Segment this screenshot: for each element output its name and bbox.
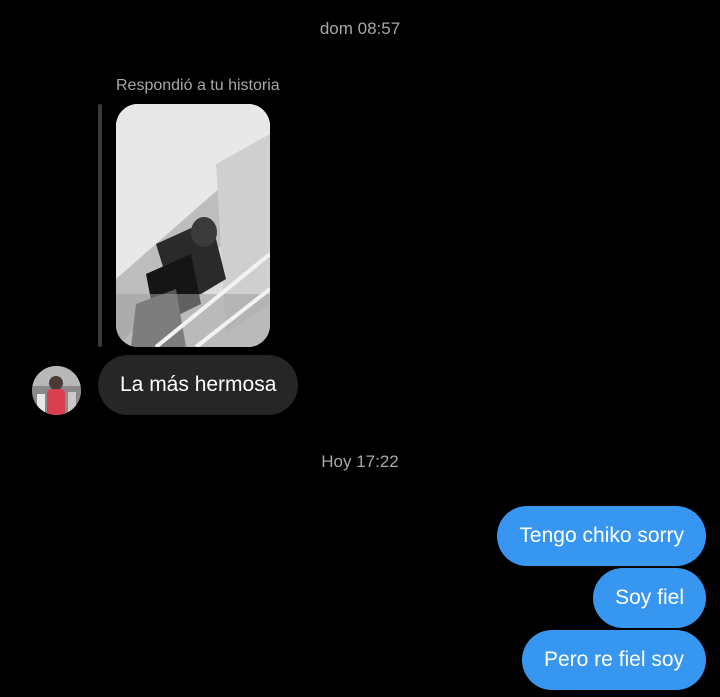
story-thumbnail[interactable]	[116, 104, 270, 347]
story-image	[116, 104, 270, 347]
timestamp: Hoy 17:22	[321, 452, 399, 471]
timestamp: dom 08:57	[319, 19, 401, 38]
outgoing-message-bubble[interactable]: Soy fiel	[593, 568, 706, 628]
avatar-photo-icon	[32, 366, 81, 415]
reply-quote-bar	[98, 104, 102, 347]
story-reply-label: Respondió a tu historia	[116, 77, 280, 94]
contact-avatar[interactable]	[32, 366, 81, 415]
incoming-message-bubble[interactable]: La más hermosa	[98, 355, 299, 415]
outgoing-message-bubble[interactable]: Tengo chiko sorry	[497, 506, 706, 566]
outgoing-message-bubble[interactable]: Pero re fiel soy	[521, 630, 706, 690]
